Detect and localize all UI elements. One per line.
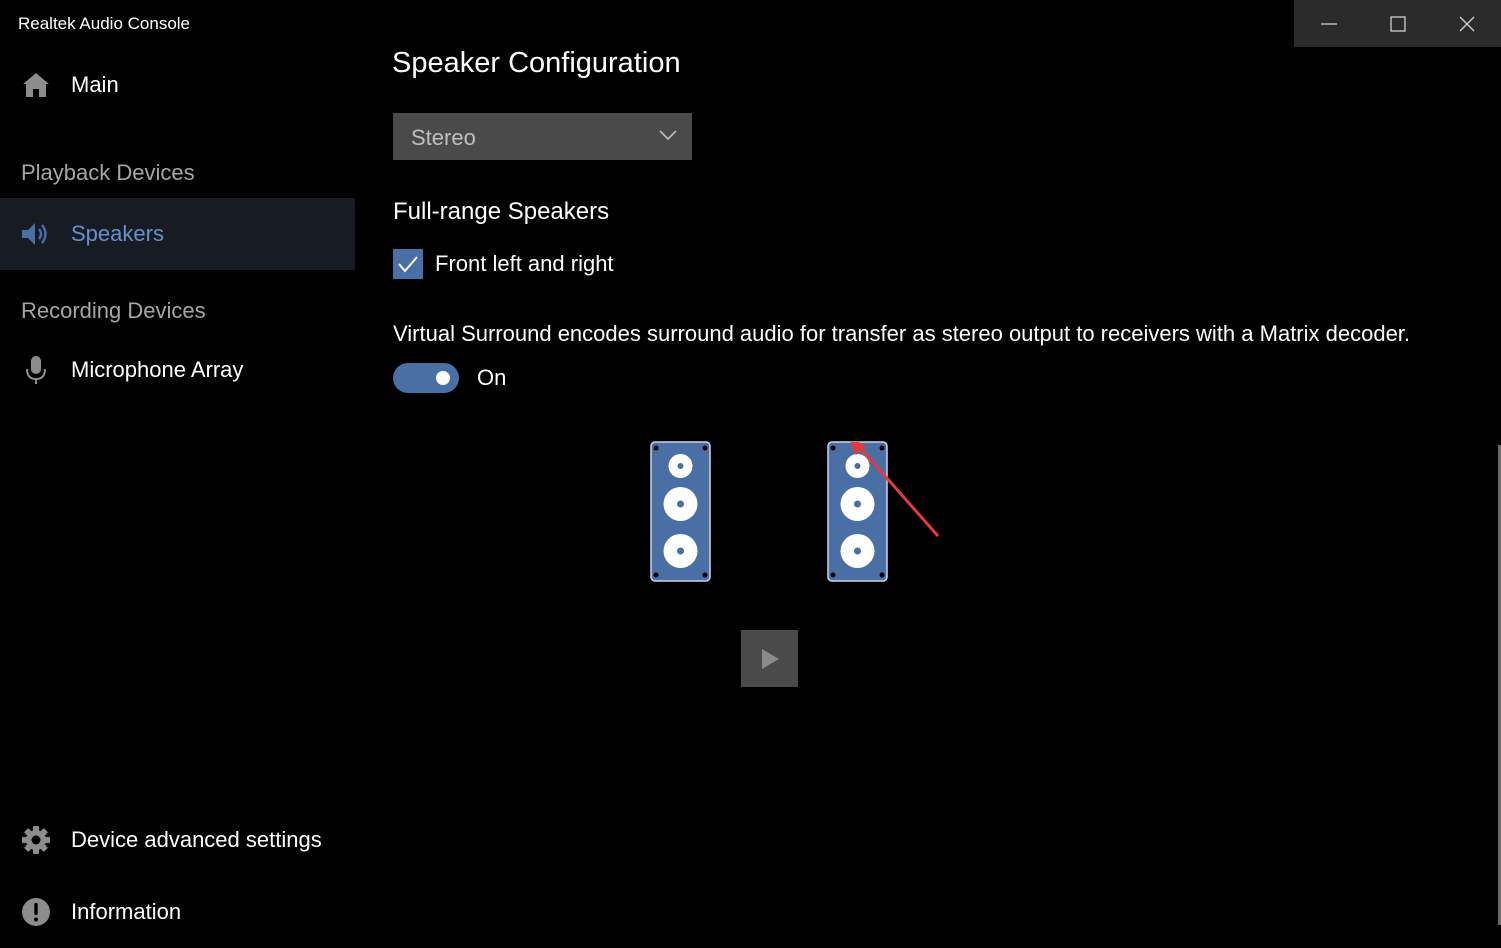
close-button[interactable] [1432,0,1501,47]
sidebar-item-label: Device advanced settings [71,827,322,852]
sidebar-item-microphone-array[interactable]: Microphone Array [0,334,355,406]
sidebar-item-information[interactable]: Information [0,876,355,948]
home-icon [20,69,52,101]
maximize-icon [1389,15,1406,32]
chevron-down-icon [658,128,678,147]
play-icon [761,648,779,669]
sidebar-item-speakers[interactable]: Speakers [0,198,355,270]
checkmark-icon [398,256,418,273]
virtual-surround-toggle-row: On [393,363,506,393]
dropdown-selected-value: Stereo [411,125,476,150]
toggle-state-label: On [477,365,507,390]
sidebar-item-label: Information [71,899,182,924]
front-left-speaker[interactable] [650,441,711,582]
realtek-audio-console-window: Realtek Audio Console Main Playback Devi… [0,0,1501,948]
maximize-button[interactable] [1363,0,1432,47]
toggle-knob [436,371,450,385]
speaker-cabinet-icon [650,441,711,582]
page-title: Speaker Configuration [392,47,681,79]
speaker-configuration-dropdown[interactable]: Stereo [393,113,692,160]
sidebar-item-main[interactable]: Main [0,49,355,121]
sidebar-item-label: Speakers [71,221,164,246]
virtual-surround-toggle[interactable] [393,363,459,393]
minimize-icon [1320,22,1337,25]
sidebar: Main Playback Devices Speakers Recording… [0,47,355,948]
playback-devices-header: Playback Devices [21,160,195,185]
minimize-button[interactable] [1294,0,1363,47]
front-left-right-checkbox[interactable] [393,249,423,279]
full-range-speakers-header: Full-range Speakers [393,198,610,225]
checkbox-label: Front left and right [435,251,614,276]
app-title: Realtek Audio Console [18,14,191,33]
sidebar-item-device-advanced-settings[interactable]: Device advanced settings [0,804,355,876]
virtual-surround-description: Virtual Surround encodes surround audio … [393,321,1411,346]
microphone-icon [20,354,52,386]
recording-devices-header: Recording Devices [21,298,206,323]
info-icon [20,896,52,928]
sidebar-item-label: Microphone Array [71,357,244,382]
front-left-right-option: Front left and right [393,249,614,279]
close-icon [1459,16,1474,31]
speaker-icon [20,218,52,250]
gear-icon [20,824,52,856]
sidebar-item-label: Main [71,72,119,97]
test-play-button[interactable] [741,630,798,687]
main-content: Speaker Configuration Stereo Full-range … [392,47,1482,948]
window-controls [1294,0,1501,47]
annotation-arrow [850,442,940,537]
